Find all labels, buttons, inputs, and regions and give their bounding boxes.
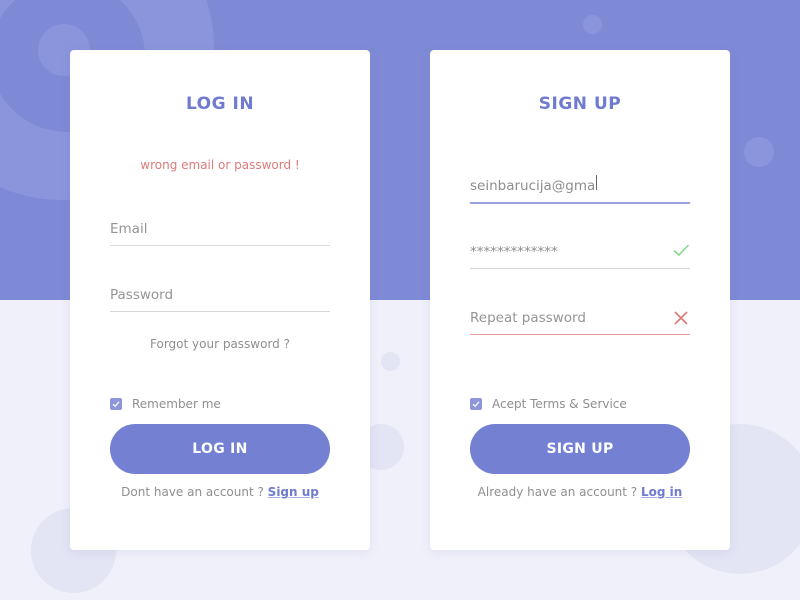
login-footer-text: Dont have an account ? (121, 485, 268, 499)
login-card: LOG IN wrong email or password ! Forgot … (70, 50, 370, 550)
signup-footer-text: Already have an account ? (477, 485, 641, 499)
signup-button[interactable]: SIGN UP (470, 424, 690, 474)
checkmark-icon (472, 401, 480, 408)
decorative-circle (744, 137, 774, 167)
signup-link[interactable]: Sign up (268, 485, 319, 499)
login-link[interactable]: Log in (641, 485, 682, 499)
close-icon (674, 311, 688, 325)
signup-email-input[interactable] (470, 178, 660, 194)
login-error-message: wrong email or password ! (140, 158, 300, 172)
terms-checkbox[interactable] (470, 398, 482, 410)
login-title: LOG IN (185, 94, 255, 114)
terms-row[interactable]: Acept Terms & Service (470, 397, 627, 411)
signup-password-input[interactable] (470, 244, 660, 260)
forgot-password-link[interactable]: Forgot your password ? (70, 337, 370, 351)
checkmark-icon (112, 401, 120, 408)
terms-label: Acept Terms & Service (492, 397, 627, 411)
login-password-field (110, 282, 330, 312)
check-icon (673, 244, 690, 257)
remember-me-row[interactable]: Remember me (110, 397, 221, 411)
signup-card: SIGN UP Acept Terms & Service SIGN UP Al… (430, 50, 730, 550)
login-button[interactable]: LOG IN (110, 424, 330, 474)
text-cursor (596, 175, 597, 190)
signup-title: SIGN UP (538, 94, 622, 114)
remember-me-label: Remember me (132, 397, 221, 411)
remember-me-checkbox[interactable] (110, 398, 122, 410)
signup-email-field (470, 173, 690, 204)
login-email-input[interactable] (110, 221, 300, 237)
decorative-circle (583, 15, 602, 34)
decorative-circle (381, 352, 400, 371)
login-password-input[interactable] (110, 287, 300, 303)
signup-password-field (470, 239, 690, 269)
signup-footer: Already have an account ? Log in (430, 485, 730, 499)
signup-repeat-password-input[interactable] (470, 310, 660, 326)
login-footer: Dont have an account ? Sign up (70, 485, 370, 499)
login-email-field (110, 216, 330, 246)
signup-repeat-password-field (470, 305, 690, 335)
